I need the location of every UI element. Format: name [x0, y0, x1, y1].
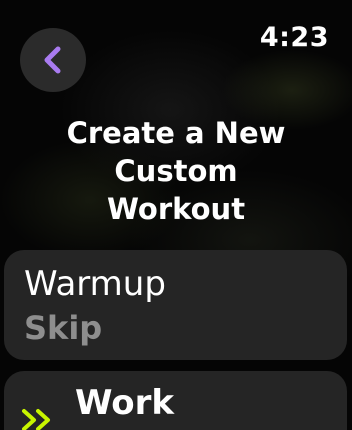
- page-title: Create a New Custom Workout: [66, 116, 286, 226]
- work-label: Work: [75, 383, 175, 423]
- work-card[interactable]: Work: [4, 371, 347, 430]
- status-time: 4:23: [259, 22, 329, 53]
- warmup-card[interactable]: Warmup Skip: [4, 250, 347, 360]
- chevron-left-icon: [41, 45, 65, 75]
- warmup-label: Warmup: [24, 264, 166, 304]
- warmup-value: Skip: [24, 309, 103, 347]
- double-chevron-right-icon: [20, 407, 60, 430]
- back-button[interactable]: [20, 28, 86, 92]
- watch-screen: 4:23 Create a New Custom Workout Warmup …: [0, 0, 352, 430]
